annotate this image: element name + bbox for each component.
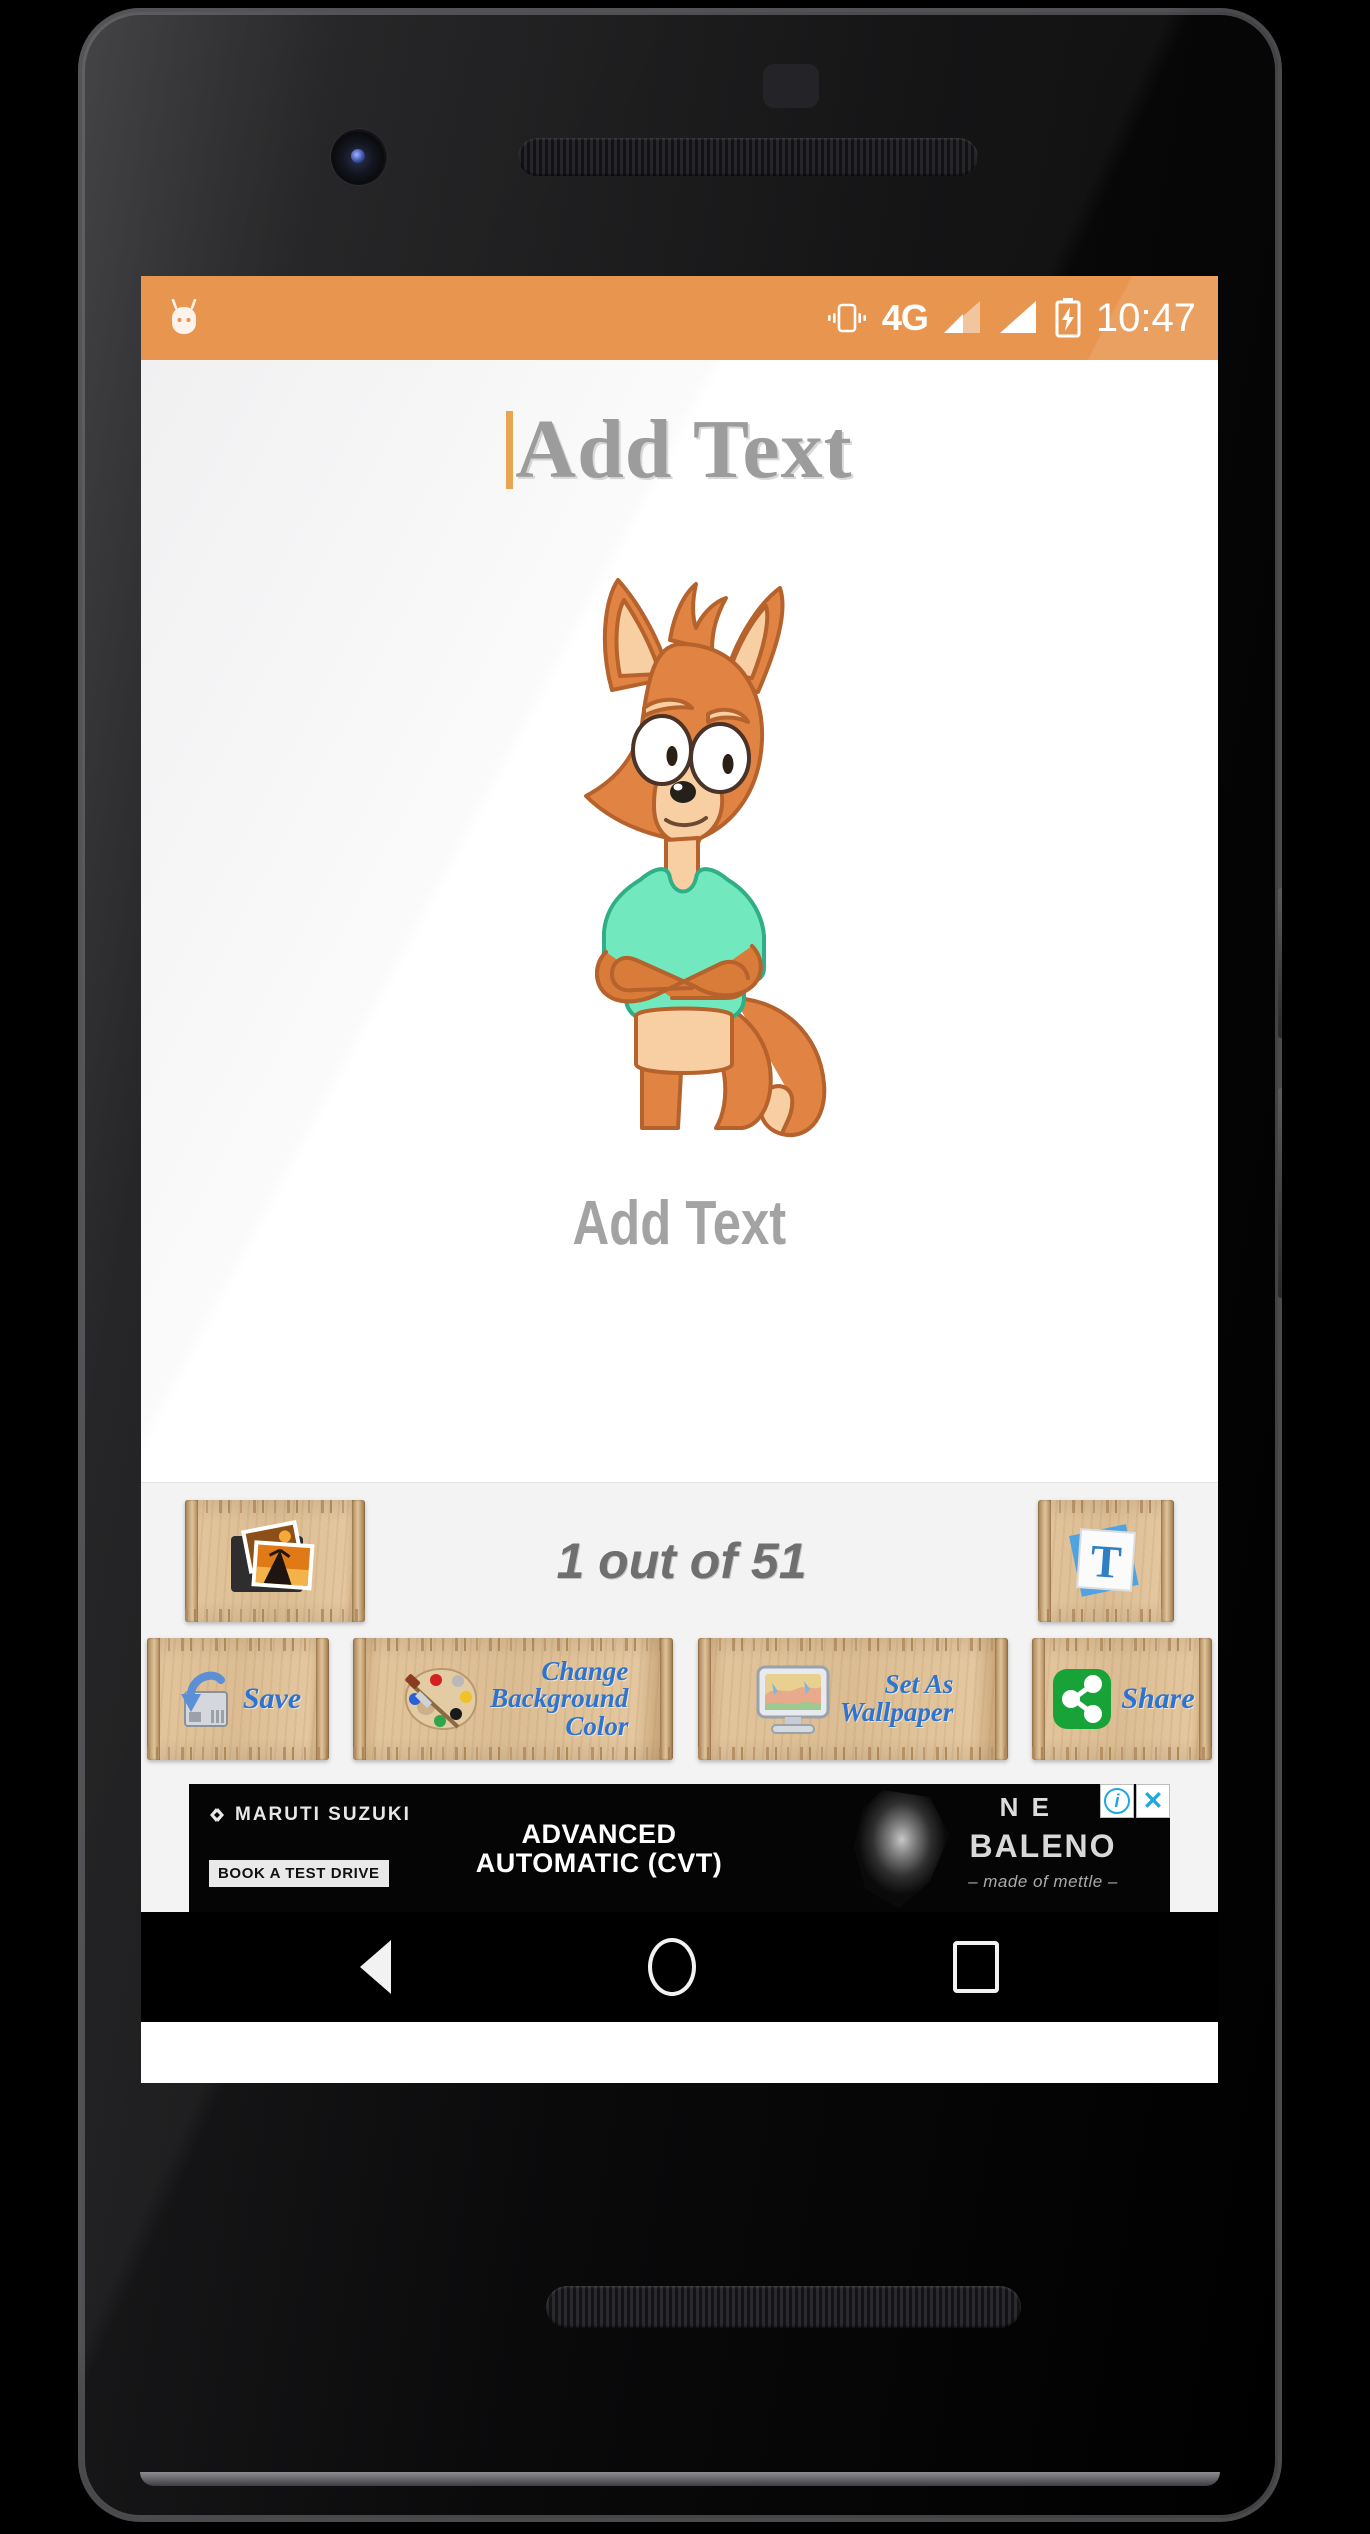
fox-character-illustration <box>583 578 826 1138</box>
scroll-rod-right <box>352 1499 365 1622</box>
share-button-label: Share <box>1121 1681 1195 1715</box>
palette-icon <box>405 1667 478 1731</box>
save-disk-icon <box>180 1671 228 1727</box>
save-button-label: Save <box>242 1681 302 1715</box>
network-type-label: 4G <box>881 297 929 338</box>
recents-icon[interactable] <box>953 1941 1000 1993</box>
gallery-button[interactable] <box>185 1499 365 1622</box>
android-navigation-bar <box>141 1912 1218 2022</box>
text-tool-icon: T <box>1069 1523 1139 1597</box>
phone-device: 4G 10:47 Add Text Add Text 1 out of 51 T… <box>78 8 1282 2522</box>
ad-close-icon[interactable]: ✕ <box>1136 1784 1170 1818</box>
bottom-speaker <box>546 2286 1021 2328</box>
scroll-rod-left <box>1031 1638 1045 1760</box>
scroll-rod-left <box>185 1499 198 1622</box>
scroll-rod-left <box>697 1638 711 1760</box>
scroll-rod-left <box>353 1638 367 1760</box>
scroll-rod-right <box>1161 1499 1174 1622</box>
scroll-rod-left <box>1038 1499 1051 1622</box>
editor-canvas[interactable]: Add Text Add Text <box>141 360 1218 1482</box>
change-background-color-button-label: Change Background Color <box>490 1655 629 1741</box>
scroll-rod-right <box>1198 1638 1212 1760</box>
ad-info-icon[interactable]: i <box>1100 1784 1134 1818</box>
status-bar-clock: 10:47 <box>1095 295 1196 340</box>
status-bar-right: 4G 10:47 <box>826 296 1196 341</box>
back-icon[interactable] <box>359 1940 391 1994</box>
signal-bars-partial-icon <box>943 301 980 333</box>
ad-new-label: N E <box>999 1792 1052 1822</box>
save-button[interactable]: Save <box>147 1638 329 1760</box>
share-button[interactable]: Share <box>1031 1638 1212 1760</box>
status-bar-left <box>167 299 201 337</box>
ad-tagline: – made of mettle – <box>968 1872 1118 1891</box>
home-icon[interactable] <box>647 1938 696 1996</box>
android-marshmallow-icon <box>171 299 197 334</box>
ad-headline: ADVANCED AUTOMATIC (CVT) <box>475 1819 723 1879</box>
ad-brand-label: MARUTI SUZUKI <box>235 1804 411 1825</box>
ad-cta-button[interactable]: BOOK A TEST DRIVE <box>209 1860 389 1887</box>
monitor-icon <box>756 1665 830 1734</box>
bottom-text-label[interactable]: Add Text <box>573 1188 787 1259</box>
ad-banner[interactable]: MARUTI SUZUKI ADVANCED AUTOMATIC (CVT) B… <box>189 1784 1170 1912</box>
action-button-row: Save Change Background Color Set As Wall… <box>141 1638 1218 1774</box>
scroll-rod-right <box>660 1638 674 1760</box>
ad-info-glyph: i <box>1104 1788 1130 1814</box>
add-text-button[interactable]: T <box>1038 1499 1174 1622</box>
gallery-icon <box>231 1519 315 1592</box>
scroll-rod-right <box>316 1638 329 1760</box>
signal-bars-full-icon <box>999 301 1036 333</box>
earpiece-speaker <box>518 138 978 176</box>
power-button[interactable] <box>1278 888 1282 1038</box>
vibrate-icon <box>827 303 866 333</box>
top-text-label: Add Text <box>515 403 853 496</box>
share-icon <box>1053 1669 1112 1729</box>
ad-brand: MARUTI SUZUKI <box>207 1804 411 1826</box>
text-cursor <box>506 411 514 489</box>
editor-toolbar: 1 out of 51 T Save Change Background Col… <box>141 1482 1218 1912</box>
sticker-counter: 1 out of 51 <box>556 1532 807 1589</box>
set-as-wallpaper-button[interactable]: Set As Wallpaper <box>697 1638 1008 1760</box>
front-camera-icon <box>331 129 387 185</box>
ad-model-label: BALENO <box>969 1828 1117 1864</box>
change-background-color-button[interactable]: Change Background Color <box>353 1638 674 1760</box>
svg-text:T: T <box>1089 1534 1123 1587</box>
proximity-sensor <box>763 64 819 108</box>
set-as-wallpaper-button-label: Set As Wallpaper <box>839 1669 954 1727</box>
status-bar: 4G 10:47 <box>141 276 1218 360</box>
phone-screen: 4G 10:47 Add Text Add Text 1 out of 51 T… <box>141 276 1218 2083</box>
counter-row: 1 out of 51 T <box>141 1483 1218 1638</box>
device-bottom-edge <box>140 2472 1220 2486</box>
scroll-rod-left <box>147 1638 160 1760</box>
fox-character-sticker[interactable] <box>520 528 840 1148</box>
top-text-field[interactable]: Add Text <box>506 408 852 492</box>
maruti-suzuki-logo-icon <box>210 1808 224 1822</box>
volume-button[interactable] <box>1278 1088 1282 1298</box>
battery-charging-icon <box>1055 298 1081 338</box>
scroll-rod-right <box>994 1638 1008 1760</box>
